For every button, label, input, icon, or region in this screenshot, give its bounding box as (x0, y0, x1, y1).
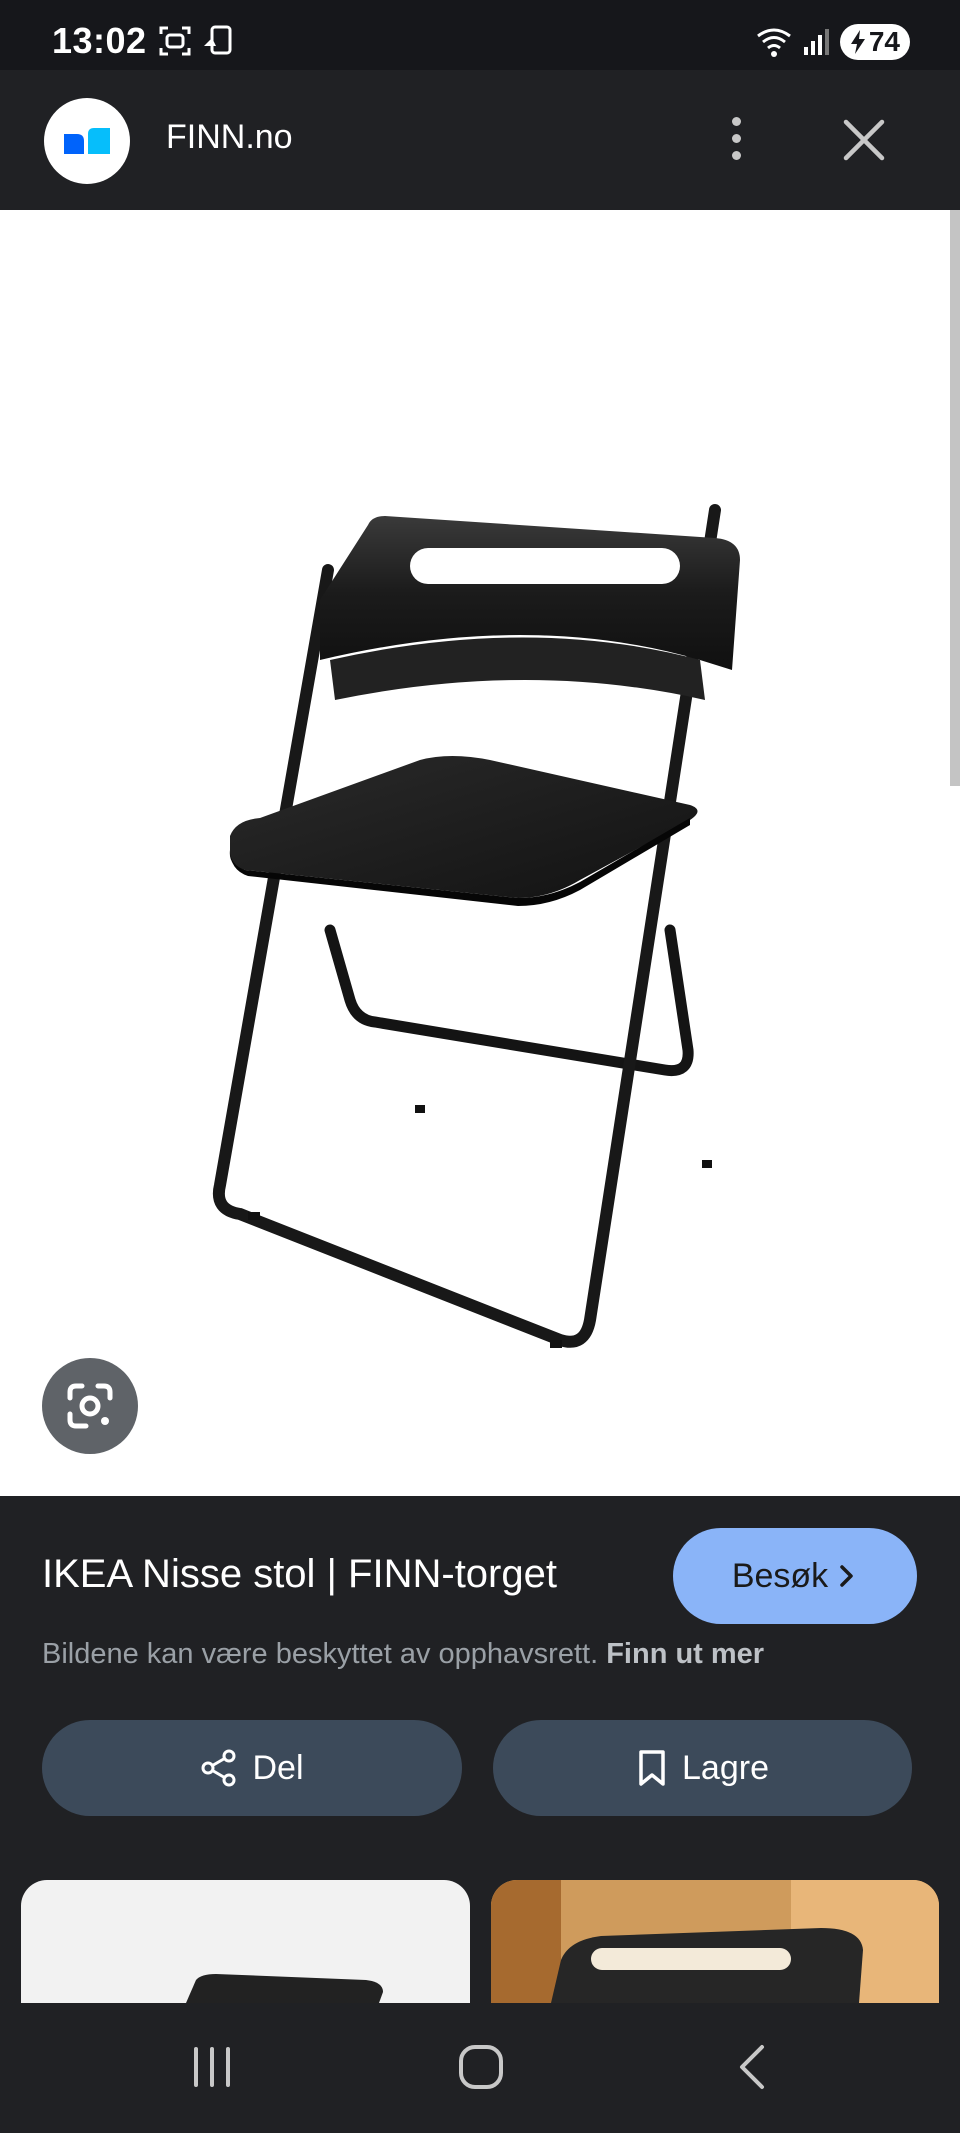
battery-indicator: 74 (839, 24, 910, 60)
image-preview[interactable] (0, 210, 960, 1496)
share-button[interactable]: Del (42, 1720, 462, 1816)
home-icon[interactable] (458, 2043, 504, 2091)
battery-level: 74 (868, 26, 900, 57)
back-icon[interactable] (734, 2043, 770, 2091)
charging-icon (850, 30, 865, 54)
site-title: FINN.no (166, 118, 293, 156)
lens-icon (67, 1383, 113, 1429)
result-title[interactable]: IKEA Nisse stol | FINN-torget (42, 1552, 557, 1597)
dot-icon (731, 116, 741, 126)
scrollbar[interactable] (950, 210, 960, 786)
status-icons: 74 (756, 24, 910, 60)
result-info-panel: IKEA Nisse stol | FINN-torget Besøk Bild… (0, 1496, 960, 2003)
close-icon[interactable] (838, 114, 890, 166)
share-label: Del (252, 1748, 304, 1787)
navigation-bar (0, 2003, 960, 2133)
status-time: 13:02 (52, 20, 147, 61)
wifi-icon (756, 28, 791, 57)
bookmark-icon (639, 1750, 665, 1786)
save-label: Lagre (682, 1748, 769, 1787)
google-lens-button[interactable] (42, 1358, 138, 1454)
chair-thumbnail-image (491, 1880, 939, 2003)
app-bar: FINN.no (0, 70, 960, 210)
chair-thumbnail-image (186, 1974, 383, 2003)
related-image-thumbnail[interactable] (21, 1880, 470, 2003)
learn-more-link[interactable]: Finn ut mer (606, 1638, 764, 1670)
status-bar: 13:02 74 (0, 0, 960, 70)
related-image-thumbnail[interactable] (491, 1880, 939, 2003)
visit-button[interactable]: Besøk (673, 1528, 917, 1624)
screenshot-icon (159, 26, 191, 56)
dot-icon (731, 133, 741, 143)
site-logo (44, 98, 130, 184)
chevron-right-icon (840, 1565, 853, 1587)
visit-button-label: Besøk (731, 1556, 829, 1595)
chair-image (213, 504, 740, 1348)
more-options-button[interactable] (712, 106, 760, 170)
save-button[interactable]: Lagre (493, 1720, 912, 1816)
finn-logo-icon (64, 128, 110, 154)
signal-icon (803, 29, 829, 55)
copyright-text: Bildene kan være beskyttet av opphavsret… (42, 1638, 599, 1670)
share-icon (201, 1749, 236, 1787)
notification-icon (204, 25, 232, 55)
copyright-notice: Bildene kan være beskyttet av opphavsret… (42, 1638, 764, 1671)
dot-icon (731, 150, 741, 160)
recent-apps-icon[interactable] (190, 2043, 234, 2091)
